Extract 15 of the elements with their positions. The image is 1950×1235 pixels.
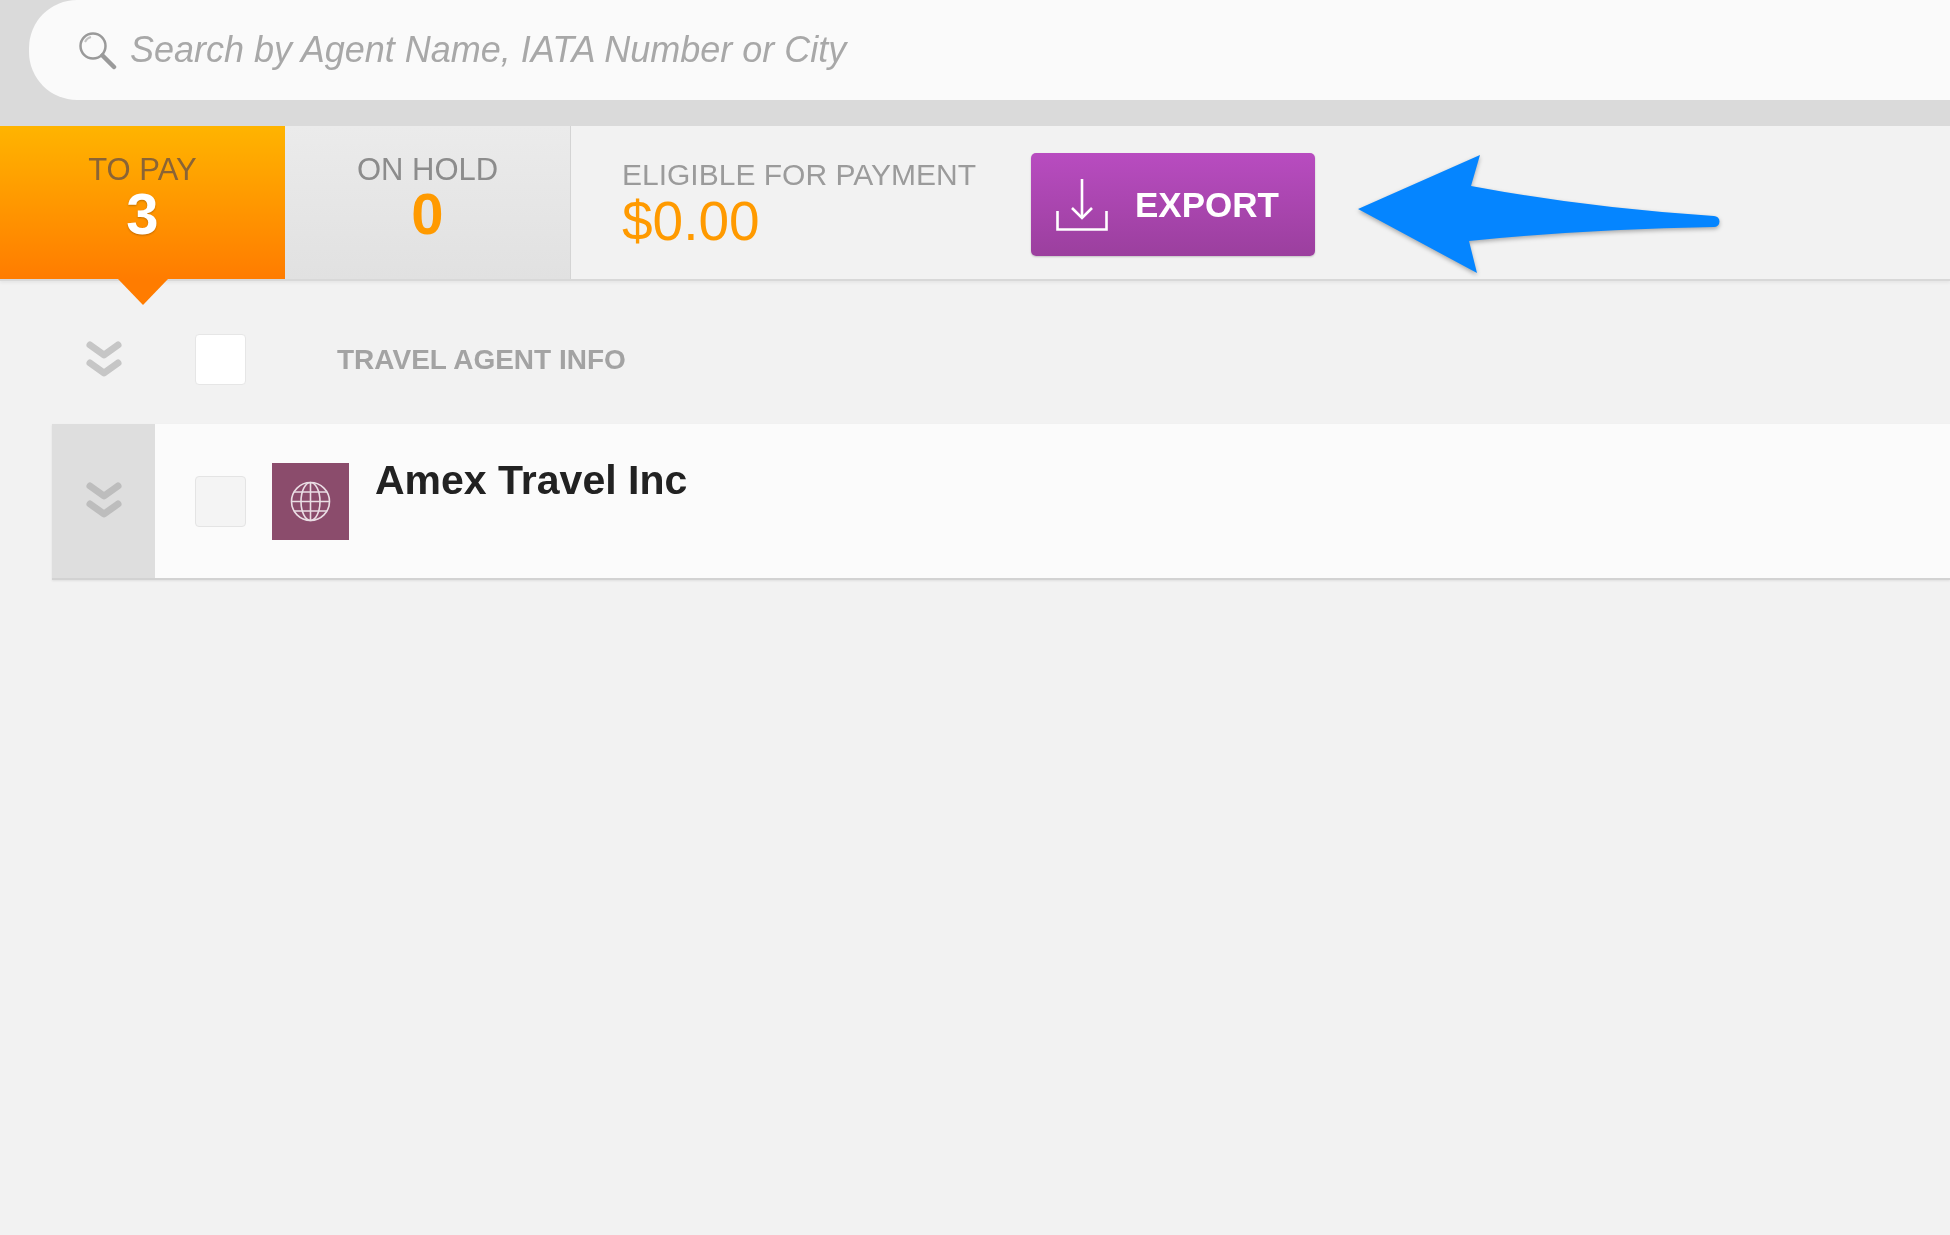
summary-label: ELIGIBLE FOR PAYMENT [622, 160, 976, 190]
download-icon [1056, 178, 1108, 231]
column-header: TRAVEL AGENT INFO [337, 343, 626, 376]
tab-pointer-icon [117, 279, 168, 305]
double-chevron-icon[interactable] [85, 482, 122, 520]
search-icon [77, 30, 117, 70]
search-field[interactable]: Search by Agent Name, IATA Number or City [29, 0, 1950, 100]
double-chevron-icon[interactable] [85, 340, 122, 379]
amount-value: $0.00 [622, 194, 760, 249]
export-button[interactable]: EXPORT [1031, 153, 1315, 256]
checkbox[interactable] [195, 334, 246, 385]
tab[interactable]: ON HOLD 0 [285, 126, 571, 279]
table-row[interactable]: Amex Travel Inc [52, 424, 1950, 580]
agent-name: Amex Travel Inc [375, 457, 688, 505]
globe-icon [272, 462, 349, 540]
